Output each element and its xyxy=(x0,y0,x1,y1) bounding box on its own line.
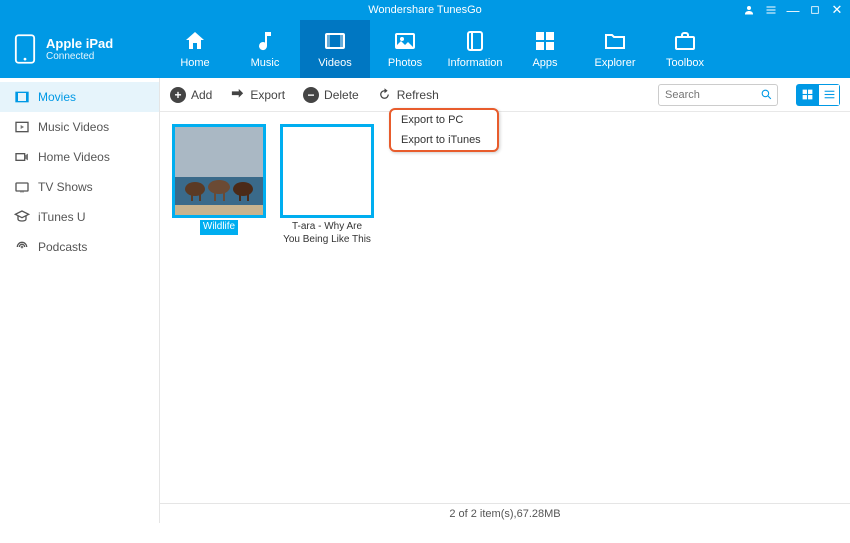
export-dropdown: Export to PC Export to iTunes xyxy=(389,108,499,152)
tab-toolbox[interactable]: Toolbox xyxy=(650,20,720,78)
sidebar-item-label: Podcasts xyxy=(38,240,87,254)
tab-music[interactable]: Music xyxy=(230,20,300,78)
video-thumb[interactable]: Wildlife xyxy=(172,124,266,235)
status-text: 2 of 2 item(s),67.28MB xyxy=(449,508,560,520)
tab-information[interactable]: Information xyxy=(440,20,510,78)
export-to-pc[interactable]: Export to PC xyxy=(391,110,497,130)
tab-videos[interactable]: Videos xyxy=(300,20,370,78)
maximize-icon[interactable] xyxy=(808,3,822,17)
add-button[interactable]: +Add xyxy=(170,87,212,103)
export-to-itunes[interactable]: Export to iTunes xyxy=(391,130,497,150)
content: +Add Export −Delete Refresh Export to PC… xyxy=(160,78,850,523)
user-icon[interactable] xyxy=(742,3,756,17)
tab-explorer[interactable]: Explorer xyxy=(580,20,650,78)
tab-apps[interactable]: Apps xyxy=(510,20,580,78)
sidebar: Movies Music Videos Home Videos TV Shows… xyxy=(0,78,160,523)
refresh-icon xyxy=(377,87,392,102)
view-toggle xyxy=(796,84,840,106)
sidebar-item-podcasts[interactable]: Podcasts xyxy=(0,232,159,262)
tab-home[interactable]: Home xyxy=(160,20,230,78)
device-pane[interactable]: Apple iPad Connected xyxy=(0,34,160,64)
thumb-title: Wildlife xyxy=(200,220,238,235)
device-info: Apple iPad Connected xyxy=(46,36,113,62)
search-wrap xyxy=(658,84,778,106)
tab-photos[interactable]: Photos xyxy=(370,20,440,78)
toolbar: +Add Export −Delete Refresh xyxy=(160,78,850,112)
plus-icon: + xyxy=(170,87,186,103)
sidebar-item-movies[interactable]: Movies xyxy=(0,82,159,112)
sidebar-item-label: Movies xyxy=(38,90,76,104)
wildlife-image xyxy=(175,127,263,215)
sidebar-item-itunes-u[interactable]: iTunes U xyxy=(0,202,159,232)
minus-icon: − xyxy=(303,87,319,103)
thumb-image xyxy=(172,124,266,218)
window-controls: — ✕ xyxy=(742,0,844,20)
main: Movies Music Videos Home Videos TV Shows… xyxy=(0,78,850,523)
nav-tabs: Home Music Videos Photos Information App… xyxy=(160,20,850,78)
minimize-icon[interactable]: — xyxy=(786,3,800,17)
menu-icon[interactable] xyxy=(764,3,778,17)
refresh-button[interactable]: Refresh xyxy=(377,87,439,102)
delete-button[interactable]: −Delete xyxy=(303,87,359,103)
export-icon xyxy=(230,87,245,102)
thumb-title: T-ara - Why Are You Being Like This xyxy=(280,220,374,247)
device-status: Connected xyxy=(46,51,113,62)
grid-view-button[interactable] xyxy=(796,84,818,106)
sidebar-item-label: Music Videos xyxy=(38,120,109,134)
export-button[interactable]: Export xyxy=(230,87,285,102)
sidebar-item-home-videos[interactable]: Home Videos xyxy=(0,142,159,172)
header: Apple iPad Connected Home Music Videos P… xyxy=(0,20,850,78)
title-bar: Wondershare TunesGo — ✕ xyxy=(0,0,850,20)
sidebar-item-tv-shows[interactable]: TV Shows xyxy=(0,172,159,202)
list-view-button[interactable] xyxy=(818,84,840,106)
sidebar-item-label: iTunes U xyxy=(38,210,86,224)
thumb-image xyxy=(280,124,374,218)
device-name: Apple iPad xyxy=(46,36,113,51)
sidebar-item-music-videos[interactable]: Music Videos xyxy=(0,112,159,142)
status-bar: 2 of 2 item(s),67.28MB xyxy=(160,503,850,523)
sidebar-item-label: TV Shows xyxy=(38,180,93,194)
app-title: Wondershare TunesGo xyxy=(368,4,482,16)
close-icon[interactable]: ✕ xyxy=(830,3,844,17)
gallery: Wildlife T-ara - Why Are You Being Like … xyxy=(160,112,850,503)
sidebar-item-label: Home Videos xyxy=(38,150,110,164)
search-icon xyxy=(760,88,773,101)
video-thumb[interactable]: T-ara - Why Are You Being Like This xyxy=(280,124,374,247)
